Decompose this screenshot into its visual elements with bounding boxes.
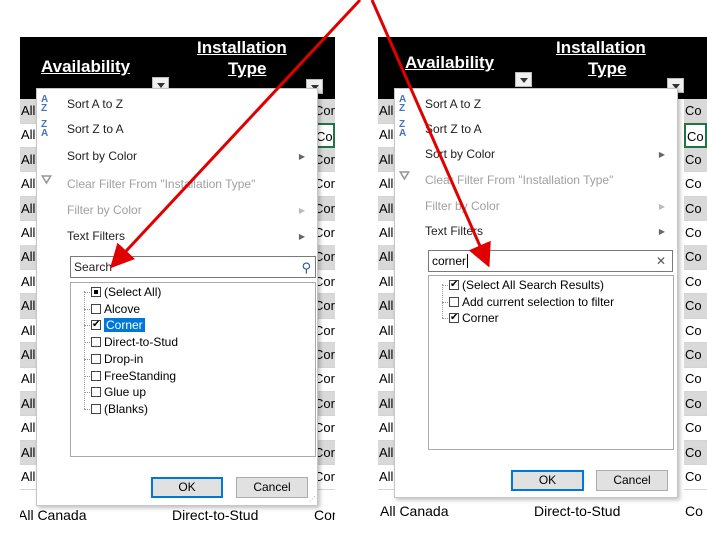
table-cell[interactable]: Co [684, 245, 707, 270]
availability-filter-button[interactable] [515, 72, 532, 87]
search-icon: ⚲ [301, 260, 311, 275]
checkbox-icon[interactable] [91, 318, 101, 332]
checkbox-icon[interactable] [91, 304, 101, 314]
table-cell[interactable]: Co [684, 343, 707, 368]
table-cell[interactable]: Co [684, 367, 707, 392]
list-item-corner[interactable]: Corner [449, 311, 499, 325]
cancel-button[interactable]: Cancel [236, 477, 308, 498]
checkbox-icon[interactable] [449, 278, 459, 292]
table-cell[interactable]: Co [684, 99, 707, 124]
sort-za-icon: ZA [399, 119, 407, 139]
sort-z-to-a[interactable]: Sort Z to A [425, 122, 482, 136]
right-screenshot-panel: Availability Installation Type All All All… [378, 37, 707, 534]
list-item-glue-up[interactable]: Glue up [91, 385, 146, 399]
list-item-select-all[interactable]: (Select All) [91, 285, 161, 299]
installation-header-line1: Installation [197, 38, 287, 57]
cancel-button[interactable]: Cancel [596, 470, 668, 491]
installation-header-line1: Installation [556, 38, 646, 57]
availability-header: Availability [41, 57, 131, 76]
availability-header: Availability [405, 53, 495, 72]
clear-filter[interactable]: Clear Filter From "Installation Type" [67, 177, 255, 191]
filter-by-color[interactable]: Filter by Color [67, 203, 142, 217]
ok-button[interactable]: OK [511, 470, 584, 491]
checkbox-icon[interactable] [91, 354, 101, 364]
table-cell[interactable]: Co [684, 123, 707, 148]
submenu-arrow-icon: ▶ [658, 150, 665, 159]
checkbox-icon[interactable] [91, 404, 101, 414]
ok-button[interactable]: OK [151, 477, 223, 498]
autofilter-menu: AZ Sort A to Z ZA Sort Z to A Sort by Co… [36, 88, 318, 506]
text-filters[interactable]: Text Filters [67, 229, 125, 243]
sort-az-icon: AZ [399, 94, 407, 114]
list-item-direct-to-stud[interactable]: Direct-to-Stud [91, 335, 178, 349]
bottom-cell-type: Direct-to-Stud [534, 503, 621, 519]
list-item-add-to-filter[interactable]: Add current selection to filter [449, 295, 614, 309]
clear-filter[interactable]: Clear Filter From "Installation Type" [425, 173, 613, 187]
table-cell[interactable]: Co [684, 172, 707, 197]
bottom-row: All Canada Direct-to-Stud Co [378, 498, 707, 534]
bottom-cell-type: Direct-to-Stud [172, 507, 259, 523]
search-value: corner [432, 254, 467, 268]
list-item-corner[interactable]: Corner [91, 318, 145, 332]
list-item-freestanding[interactable]: FreeStanding [91, 369, 176, 383]
table-cell[interactable]: Co [684, 465, 707, 490]
installation-column: Co Co Co Co Co Co Co Co Co Co Co Co Co Co Co Co [684, 99, 707, 534]
table-cell[interactable]: Co [684, 391, 707, 417]
search-input[interactable]: Search ⚲ [70, 256, 316, 278]
bottom-cell-availability: All Canada [20, 507, 87, 523]
sort-a-to-z[interactable]: Sort A to Z [67, 97, 123, 111]
clear-filter-icon: ⛛ [41, 172, 52, 187]
bottom-cell-next: Com [314, 507, 335, 523]
sort-a-to-z[interactable]: Sort A to Z [425, 97, 481, 111]
checkbox-icon[interactable] [91, 387, 101, 397]
submenu-arrow-icon: ▶ [298, 232, 305, 241]
table-cell[interactable]: Co [684, 440, 707, 466]
submenu-arrow-icon: ▶ [298, 152, 305, 161]
filter-by-color[interactable]: Filter by Color [425, 199, 500, 213]
checkbox-icon[interactable] [91, 337, 101, 347]
sort-z-to-a[interactable]: Sort Z to A [67, 122, 124, 136]
checkbox-icon[interactable] [449, 297, 459, 307]
search-placeholder: Search [74, 260, 113, 274]
table-cell[interactable]: Co [684, 319, 707, 344]
sort-az-icon: AZ [41, 94, 49, 114]
checkbox-icon[interactable] [449, 311, 459, 325]
autofilter-menu: AZ Sort A to Z ZA Sort Z to A Sort by Co… [394, 88, 678, 498]
submenu-arrow-icon: ▶ [658, 227, 665, 236]
installation-header-line2: Type [228, 59, 267, 78]
value-list: (Select All) Alcove Corner Direct-to-Stu… [70, 282, 316, 457]
clear-filter-icon: ⛛ [399, 168, 410, 183]
clear-search-icon[interactable]: ✕ [652, 252, 670, 270]
checkbox-icon[interactable] [91, 287, 101, 297]
sort-by-color[interactable]: Sort by Color [67, 149, 137, 163]
search-input[interactable]: corner ✕ [428, 250, 673, 272]
left-screenshot-panel: Availability Installation Type All All All… [20, 37, 335, 534]
submenu-arrow-icon: ▶ [298, 206, 305, 215]
value-list: (Select All Search Results) Add current … [428, 275, 674, 450]
sort-by-color[interactable]: Sort by Color [425, 147, 495, 161]
bottom-cell-availability: All Canada [380, 503, 449, 519]
submenu-arrow-icon: ▶ [658, 202, 665, 211]
installation-header-line2: Type [588, 59, 627, 78]
list-item-drop-in[interactable]: Drop-in [91, 352, 143, 366]
list-item-alcove[interactable]: Alcove [91, 302, 140, 316]
sort-za-icon: ZA [41, 119, 49, 139]
text-filters[interactable]: Text Filters [425, 224, 483, 238]
bottom-cell-next: Co [685, 503, 703, 519]
table-cell[interactable]: Co [684, 294, 707, 319]
table-cell[interactable]: Co [684, 221, 707, 246]
list-item-blanks[interactable]: (Blanks) [91, 402, 148, 416]
table-cell[interactable]: Co [684, 416, 707, 441]
list-item-select-all-search-results[interactable]: (Select All Search Results) [449, 278, 604, 292]
table-cell[interactable]: Co [684, 196, 707, 222]
resize-grip-icon[interactable]: ⋰ [309, 495, 316, 503]
checkbox-icon[interactable] [91, 371, 101, 381]
table-cell[interactable]: Co [684, 270, 707, 295]
table-cell[interactable]: Co [684, 147, 707, 173]
